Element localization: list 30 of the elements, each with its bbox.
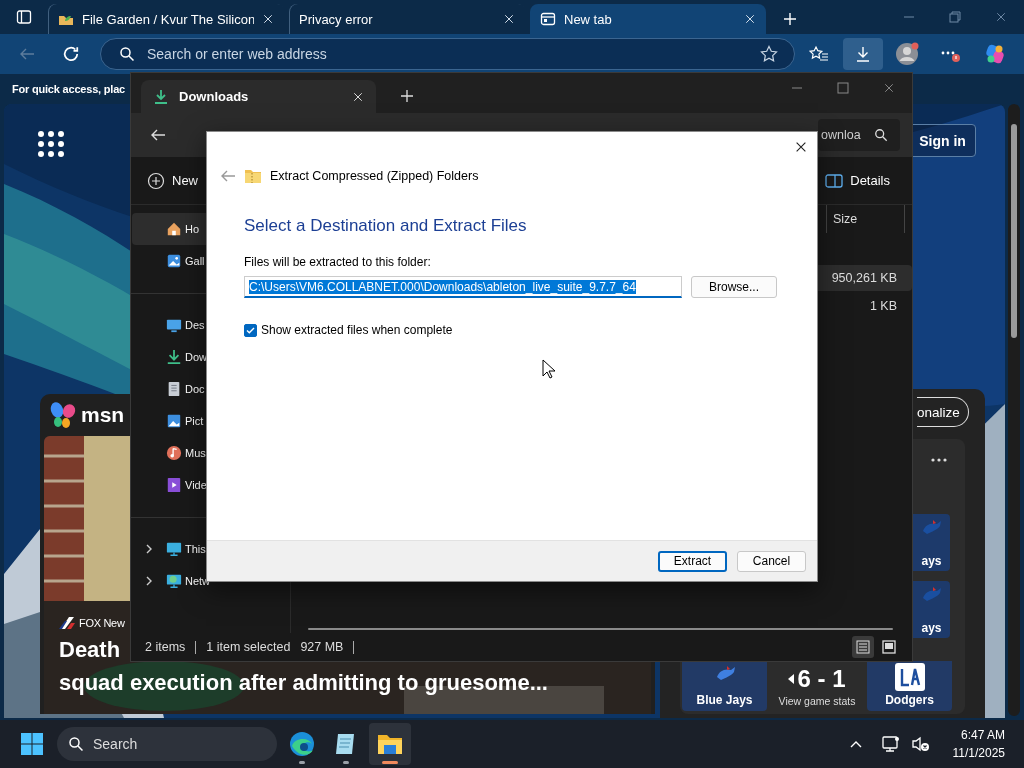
edge-icon (288, 730, 316, 758)
clock[interactable]: 6:47 AM 11/1/2025 (952, 726, 1005, 762)
network-icon[interactable] (880, 735, 901, 753)
scrollbar[interactable] (1008, 104, 1020, 716)
maximize-icon[interactable] (837, 82, 849, 94)
new-tab-icon[interactable] (400, 89, 414, 103)
downloads-button[interactable] (843, 38, 883, 70)
avatar-icon (894, 41, 920, 67)
windows-logo-icon[interactable] (20, 732, 44, 756)
star-icon[interactable] (760, 45, 778, 63)
page-icon (540, 11, 556, 27)
browser-tab[interactable]: Privacy error (289, 4, 525, 34)
star-list-icon (809, 45, 829, 63)
tab-actions-icon[interactable] (16, 9, 32, 25)
browser-tab[interactable]: New tab (530, 4, 766, 34)
search-icon (119, 46, 135, 62)
search-icon (68, 736, 84, 752)
download-icon (854, 45, 872, 63)
taskbar-app[interactable] (369, 723, 411, 765)
close-icon[interactable] (352, 90, 364, 103)
favorites-hint: For quick access, plac (12, 83, 125, 95)
browser-tab[interactable]: File Garden / Kvur The Silicon (48, 4, 284, 34)
copilot-icon (984, 43, 1006, 65)
explorer-tab[interactable]: Downloads (141, 80, 376, 113)
download-icon (153, 88, 169, 105)
reload-icon[interactable] (61, 44, 81, 64)
speaker-muted-icon[interactable] (910, 735, 931, 753)
taskbar-search[interactable]: Search (57, 727, 277, 761)
address-bar[interactable]: Search or enter web address (100, 38, 795, 70)
restore-icon[interactable] (949, 11, 961, 23)
